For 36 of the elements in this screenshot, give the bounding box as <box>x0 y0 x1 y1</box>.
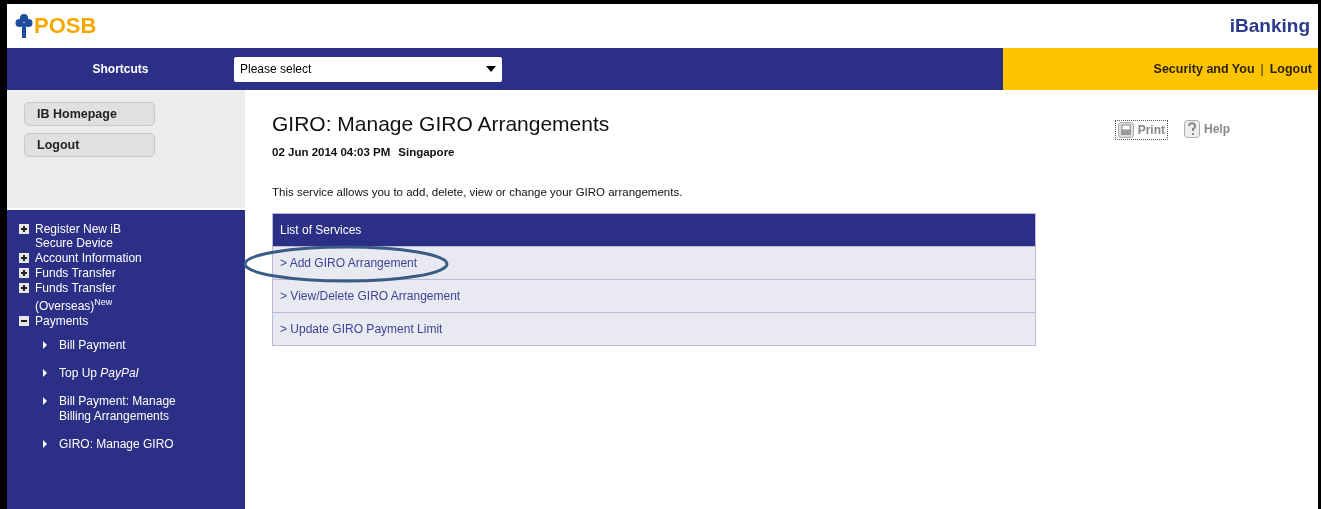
caret-icon <box>43 397 47 405</box>
caret-icon <box>43 341 47 349</box>
location: Singapore <box>398 146 455 158</box>
menu-item[interactable]: Register New iB Secure Device <box>35 222 145 250</box>
caret-icon <box>43 369 47 377</box>
submenu-item[interactable]: Bill Payment: Manage Billing Arrangements <box>59 394 194 424</box>
printer-icon <box>1117 122 1134 138</box>
service-link[interactable]: > View/Delete GIRO Arrangement <box>273 279 1035 312</box>
menu-item[interactable]: Account Information <box>35 251 145 265</box>
submenu-item[interactable]: GIRO: Manage GIRO <box>59 437 194 452</box>
separator: | <box>1260 62 1264 76</box>
product-name: iBanking <box>1229 15 1310 37</box>
tool-link[interactable]: Help <box>1184 120 1230 138</box>
logo-text: POSB <box>34 13 97 39</box>
menu-item[interactable]: Funds Transfer <box>35 266 145 280</box>
sidebar-button[interactable]: Logout <box>24 133 155 157</box>
question-mark-icon <box>1184 120 1200 138</box>
shortcuts-select[interactable]: Please select <box>234 56 502 82</box>
shortcuts-label: Shortcuts <box>91 62 150 76</box>
tool-link[interactable]: Print <box>1114 120 1168 140</box>
header-link[interactable]: Security and You <box>1153 62 1255 76</box>
description: This service allows you to add, delete, view or change your GIRO arrangements. <box>272 186 684 198</box>
submenu-item[interactable]: Top Up PayPal <box>59 366 194 381</box>
service-link[interactable]: > Add GIRO Arrangement <box>273 246 1035 279</box>
header-link[interactable]: Logout <box>1269 62 1312 76</box>
date-time: 02 Jun 2014 04:03 PM <box>272 146 391 158</box>
key-icon <box>15 13 33 39</box>
sidebar-button[interactable]: IB Homepage <box>24 102 155 126</box>
dropdown-arrow-icon <box>486 66 496 72</box>
caret-icon <box>43 440 47 448</box>
submenu-item[interactable]: Bill Payment <box>59 338 194 353</box>
menu-item[interactable]: Funds Transfer (Overseas)$^{New}$ <box>35 281 145 313</box>
page-title: GIRO: Manage GIRO Arrangements <box>272 112 611 136</box>
menu-item[interactable]: Payments <box>35 314 145 328</box>
table-heading: List of Services <box>273 214 1035 246</box>
service-link[interactable]: > Update GIRO Payment Limit <box>273 312 1035 345</box>
